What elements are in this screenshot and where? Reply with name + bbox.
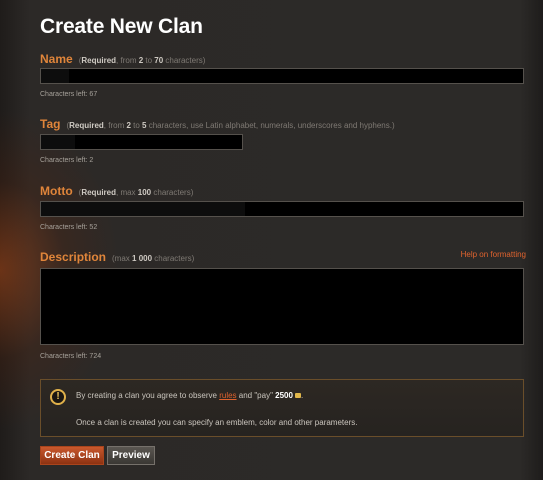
notice-agreement-text: By creating a clan you agree to observe … <box>76 391 304 400</box>
name-counter: Characters left: 67 <box>40 91 98 98</box>
gold-coin-icon <box>294 393 301 399</box>
name-field-label: Name (Required, from 2 to 70 characters) <box>40 52 205 66</box>
exclamation-icon: ! <box>50 389 66 405</box>
clan-rules-notice: ! By creating a clan you agree to observ… <box>40 379 524 437</box>
name-input[interactable] <box>40 68 524 84</box>
tag-label: Tag <box>40 117 61 131</box>
description-textarea[interactable] <box>40 268 524 345</box>
tag-hint: (Required, from 2 to 5 characters, use L… <box>66 121 395 130</box>
description-label: Description <box>40 250 107 264</box>
help-on-formatting-link[interactable]: Help on formatting <box>461 250 526 259</box>
name-hint: (Required, from 2 to 70 characters) <box>78 56 206 65</box>
tag-counter: Characters left: 2 <box>40 157 94 164</box>
motto-counter: Characters left: 52 <box>40 224 98 231</box>
description-hint: (max 1 000 characters) <box>112 254 195 263</box>
motto-hint: (Required, max 100 characters) <box>78 188 194 197</box>
motto-input-value <box>41 202 245 216</box>
rules-link[interactable]: rules <box>219 391 236 400</box>
tag-input-value <box>41 135 75 149</box>
motto-input[interactable] <box>40 201 524 217</box>
create-clan-button[interactable]: Create Clan <box>40 446 104 465</box>
tag-field-label: Tag (Required, from 2 to 5 characters, us… <box>40 117 395 131</box>
page-title: Create New Clan <box>40 15 203 38</box>
motto-label: Motto <box>40 184 73 198</box>
notice-info-text: Once a clan is created you can specify a… <box>76 418 358 427</box>
motto-field-label: Motto (Required, max 100 characters) <box>40 184 193 198</box>
name-input-value <box>41 69 69 83</box>
tag-input[interactable] <box>40 134 243 150</box>
description-field-label: Description (max 1 000 characters) <box>40 250 194 264</box>
clan-cost: 2500 <box>275 391 293 400</box>
name-label: Name <box>40 52 73 66</box>
description-counter: Characters left: 724 <box>40 353 102 360</box>
preview-button[interactable]: Preview <box>107 446 155 465</box>
